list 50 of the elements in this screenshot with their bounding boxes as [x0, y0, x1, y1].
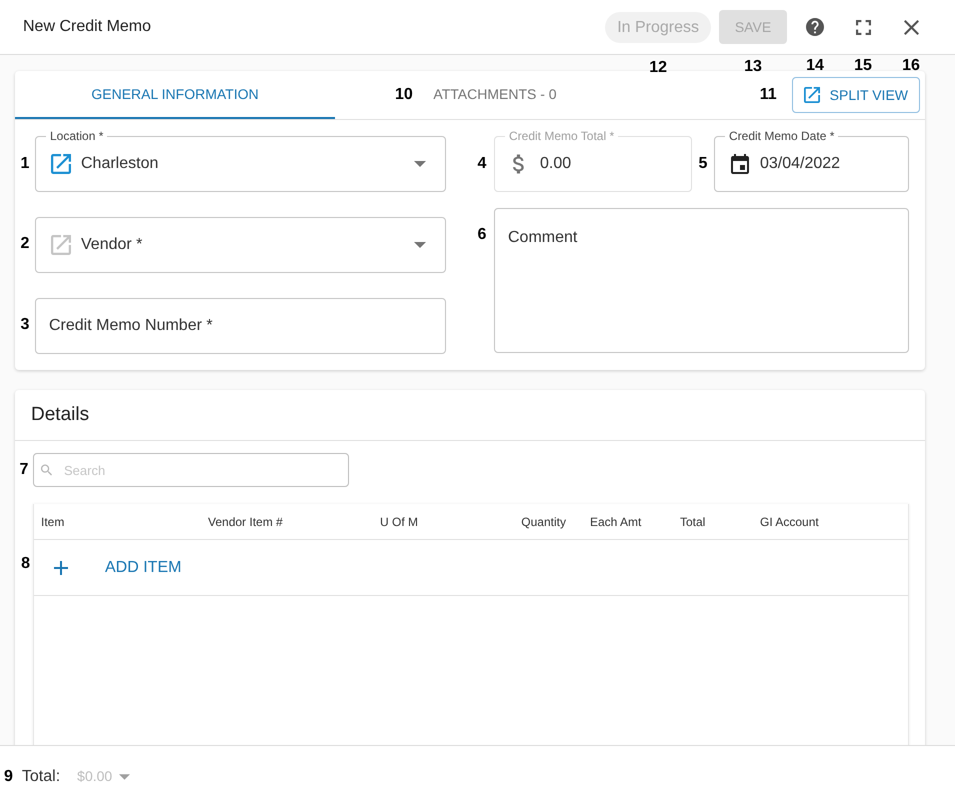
- close-icon: [904, 20, 918, 34]
- tab[interactable]: GENERAL INFORMATION: [15, 71, 335, 119]
- callout-number: 14: [806, 57, 824, 74]
- callout-number: 12: [649, 58, 667, 76]
- column-header: Total: [680, 514, 706, 528]
- total-label: Total:: [22, 766, 60, 786]
- section-title: Details: [31, 402, 90, 427]
- dropdown-caret-icon: [119, 774, 130, 780]
- help-icon: [806, 18, 824, 36]
- column-header: Vendor Item #: [208, 514, 283, 528]
- callout-number: 10: [395, 86, 413, 103]
- callout-number: 9: [4, 768, 13, 786]
- field-label: Credit Memo Total *: [508, 129, 616, 143]
- column-header: GI Account: [760, 514, 819, 528]
- split-view-button[interactable]: SPLIT VIEW: [792, 77, 920, 113]
- column-header: U Of M: [380, 514, 418, 528]
- comment-field[interactable]: Comment: [494, 208, 909, 353]
- callout-number: 15: [854, 57, 872, 74]
- date-field[interactable]: Credit Memo Date * 03/04/2022: [714, 129, 909, 192]
- add-item-button[interactable]: ADD ITEM: [46, 548, 190, 588]
- column-header: Each Amt: [590, 514, 642, 528]
- callout-number: 2: [20, 235, 30, 253]
- text-field[interactable]: Credit Memo Number *: [35, 298, 446, 354]
- dropdown-field[interactable]: Location * Charleston: [35, 129, 446, 192]
- callout-number: 16: [902, 57, 920, 74]
- dialog-title: New Credit Memo: [23, 17, 152, 37]
- column-header: Quantity: [521, 514, 566, 528]
- callout-number: 11: [760, 86, 777, 104]
- callout-number: 13: [744, 58, 762, 75]
- dropdown-field[interactable]: Vendor *: [35, 217, 446, 273]
- calendar-icon: [731, 154, 749, 174]
- status-chip: In Progress: [605, 12, 711, 42]
- open-link-icon: [804, 87, 820, 103]
- search-icon: [41, 464, 52, 476]
- callout-number: 6: [478, 226, 486, 244]
- field-label: Location *: [49, 129, 104, 143]
- column-header: Item: [41, 514, 64, 528]
- callout-number: 1: [20, 155, 30, 173]
- callout-number: 8: [21, 555, 30, 572]
- callout-number: 3: [20, 316, 30, 334]
- callout-number: 5: [698, 155, 708, 173]
- field-label: Credit Memo Date *: [728, 129, 836, 143]
- fullscreen-icon: [856, 20, 870, 34]
- dropdown-caret-icon: [414, 161, 426, 167]
- search-field[interactable]: Search: [33, 453, 349, 487]
- dollar-icon: [513, 154, 525, 174]
- dropdown-caret-icon: [414, 242, 426, 248]
- callout-number: 7: [20, 461, 28, 479]
- plus-icon: [54, 560, 68, 574]
- callout-number: 4: [478, 155, 486, 173]
